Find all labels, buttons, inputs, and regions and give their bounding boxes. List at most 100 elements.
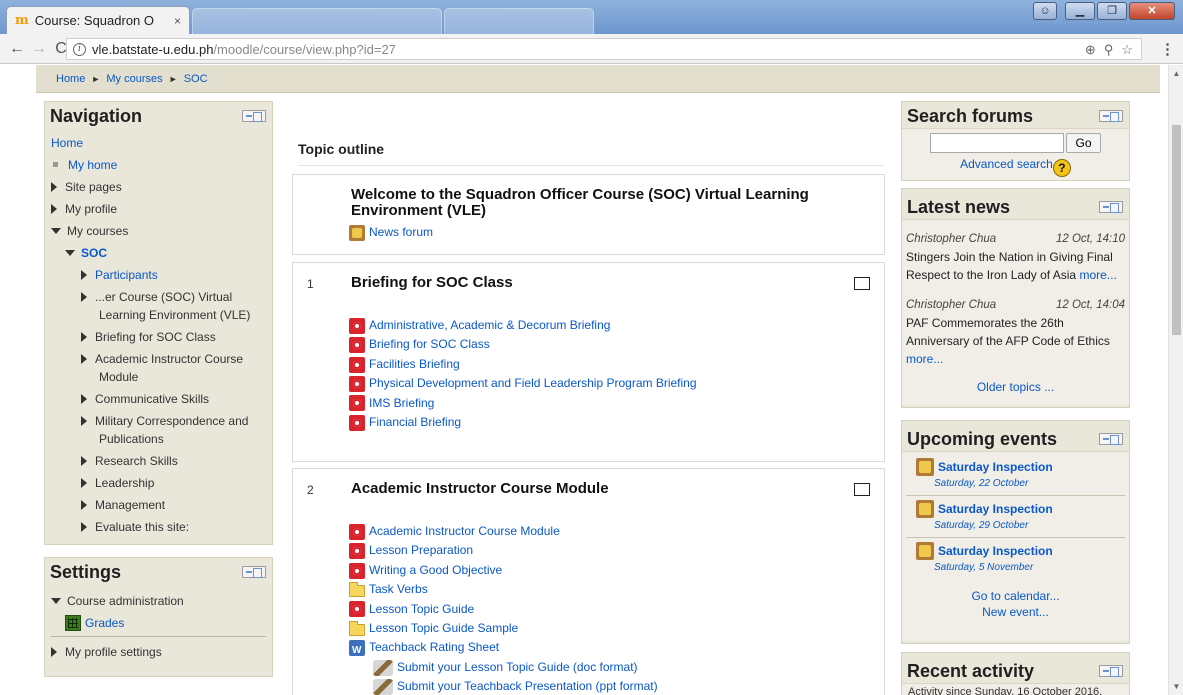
dock-block-icon[interactable] bbox=[1099, 201, 1123, 213]
activity-link[interactable]: IMS Briefing bbox=[369, 394, 434, 413]
tab-background-2[interactable] bbox=[444, 8, 594, 34]
older-topics-link[interactable]: Older topics ... bbox=[977, 380, 1054, 394]
expand-icon[interactable] bbox=[81, 500, 87, 510]
advanced-search-link[interactable]: Advanced search bbox=[960, 157, 1053, 171]
info-icon[interactable]: i bbox=[73, 42, 86, 56]
maximize-icon[interactable]: ❐ bbox=[1097, 2, 1127, 20]
activity-link[interactable]: Facilities Briefing bbox=[369, 355, 460, 374]
nav-participants[interactable]: Participants bbox=[51, 264, 266, 286]
expand-icon[interactable] bbox=[81, 456, 87, 466]
nav-home[interactable]: Home bbox=[51, 132, 266, 154]
help-icon[interactable]: ? bbox=[1052, 159, 1071, 177]
nav-participants-link[interactable]: Participants bbox=[95, 268, 158, 282]
address-bar[interactable]: i vle.batstate-u.edu.ph/moodle/course/vi… bbox=[66, 38, 1142, 60]
nav-section-communicative[interactable]: Communicative Skills bbox=[51, 388, 266, 410]
collapse-icon[interactable] bbox=[51, 228, 61, 234]
close-window-icon[interactable]: ✕ bbox=[1129, 2, 1175, 20]
activity-item[interactable]: Briefing for SOC Class bbox=[349, 335, 697, 354]
activity-item[interactable]: Lesson Topic Guide Sample bbox=[349, 619, 658, 638]
scroll-down-icon[interactable]: ▼ bbox=[1169, 682, 1183, 691]
zoom-icon[interactable]: ⊕ bbox=[1085, 42, 1096, 58]
nav-section-vle[interactable]: ...er Course (SOC) Virtual Learning Envi… bbox=[81, 286, 266, 326]
nav-course-link[interactable]: SOC bbox=[81, 246, 107, 260]
collapse-icon[interactable] bbox=[65, 250, 75, 256]
expand-icon[interactable] bbox=[81, 270, 87, 280]
bookmark-star-icon[interactable]: ☆ bbox=[1121, 42, 1133, 58]
collapse-icon[interactable] bbox=[51, 598, 61, 604]
scroll-up-icon[interactable]: ▲ bbox=[1169, 69, 1183, 78]
dock-block-icon[interactable] bbox=[242, 110, 266, 122]
scroll-thumb[interactable] bbox=[1172, 125, 1181, 335]
minimize-icon[interactable]: ▁ bbox=[1065, 2, 1095, 20]
activity-item[interactable]: Teachback Rating Sheet bbox=[349, 638, 658, 661]
nav-section-evaluate[interactable]: Evaluate this site: bbox=[51, 516, 266, 538]
expand-icon[interactable] bbox=[81, 478, 87, 488]
go-to-calendar-link[interactable]: Go to calendar... bbox=[971, 589, 1059, 603]
expand-icon[interactable] bbox=[51, 647, 57, 657]
tab-close-icon[interactable]: × bbox=[174, 14, 181, 28]
activity-item[interactable]: Lesson Topic Guide bbox=[349, 600, 658, 619]
activity-item[interactable]: IMS Briefing bbox=[349, 394, 697, 413]
expand-icon[interactable] bbox=[51, 204, 57, 214]
activity-link[interactable]: Lesson Preparation bbox=[369, 541, 473, 560]
breadcrumb-home[interactable]: Home bbox=[56, 73, 85, 85]
tab-course[interactable]: m Course: Squadron O × bbox=[6, 6, 190, 34]
activity-link[interactable]: Administrative, Academic & Decorum Brief… bbox=[369, 316, 610, 335]
section-checkbox[interactable] bbox=[854, 483, 870, 496]
page-scrollbar[interactable]: ▲ ▼ bbox=[1168, 65, 1183, 695]
settings-grades[interactable]: Grades bbox=[51, 612, 266, 637]
back-icon[interactable]: ← bbox=[6, 40, 28, 58]
nav-my-home[interactable]: My home bbox=[68, 158, 117, 172]
activity-link[interactable]: Teachback Rating Sheet bbox=[369, 638, 499, 657]
activity-link[interactable]: Financial Briefing bbox=[369, 413, 461, 432]
news-forum-link[interactable]: News forum bbox=[369, 223, 433, 242]
activity-link[interactable]: Lesson Topic Guide bbox=[369, 600, 474, 619]
forward-icon[interactable]: → bbox=[28, 40, 50, 58]
dock-block-icon[interactable] bbox=[1099, 110, 1123, 122]
expand-icon[interactable] bbox=[81, 292, 87, 302]
news-more-link[interactable]: more... bbox=[1079, 268, 1116, 282]
expand-icon[interactable] bbox=[81, 332, 87, 342]
expand-icon[interactable] bbox=[51, 182, 57, 192]
event-link[interactable]: Saturday Inspection bbox=[938, 544, 1053, 558]
nav-home-link[interactable]: Home bbox=[51, 136, 83, 150]
activity-link[interactable]: Lesson Topic Guide Sample bbox=[369, 619, 518, 638]
expand-icon[interactable] bbox=[81, 416, 87, 426]
expand-icon[interactable] bbox=[81, 522, 87, 532]
expand-icon[interactable] bbox=[81, 354, 87, 364]
news-more-link[interactable]: more... bbox=[906, 352, 943, 366]
activity-item[interactable]: Academic Instructor Course Module bbox=[349, 522, 658, 541]
extension-icon[interactable]: ⚲ bbox=[1104, 42, 1114, 58]
nav-site-pages[interactable]: Site pages bbox=[51, 176, 266, 198]
nav-my-courses[interactable]: My courses bbox=[51, 220, 266, 242]
nav-section-briefing[interactable]: Briefing for SOC Class bbox=[51, 326, 266, 348]
nav-section-management[interactable]: Management bbox=[51, 494, 266, 516]
nav-my-profile[interactable]: My profile bbox=[51, 198, 266, 220]
activity-link[interactable]: Submit your Teachback Presentation (ppt … bbox=[397, 677, 658, 695]
event-link[interactable]: Saturday Inspection bbox=[938, 460, 1053, 474]
nav-section-military[interactable]: Military Correspondence and Publications bbox=[81, 410, 266, 450]
activity-item[interactable]: Submit your Teachback Presentation (ppt … bbox=[349, 677, 658, 695]
activity-item[interactable]: Financial Briefing bbox=[349, 413, 697, 432]
new-event-link[interactable]: New event... bbox=[982, 605, 1049, 619]
settings-profile[interactable]: My profile settings bbox=[51, 641, 266, 663]
browser-menu-icon[interactable]: ⋮ bbox=[1160, 40, 1175, 58]
activity-item[interactable]: Task Verbs bbox=[349, 580, 658, 599]
search-go-button[interactable]: Go bbox=[1066, 133, 1101, 153]
settings-grades-link[interactable]: Grades bbox=[85, 612, 124, 634]
breadcrumb-course[interactable]: SOC bbox=[184, 73, 208, 85]
activity-item[interactable]: Facilities Briefing bbox=[349, 355, 697, 374]
nav-section-academic[interactable]: Academic Instructor Course Module bbox=[81, 348, 266, 388]
user-profile-icon[interactable]: ☺ bbox=[1033, 2, 1057, 20]
activity-link[interactable]: Academic Instructor Course Module bbox=[369, 522, 560, 541]
activity-link[interactable]: Writing a Good Objective bbox=[369, 561, 502, 580]
settings-course-admin[interactable]: Course administration bbox=[51, 590, 266, 612]
activity-link[interactable]: Submit your Lesson Topic Guide (doc form… bbox=[397, 658, 638, 677]
activity-link[interactable]: Task Verbs bbox=[369, 580, 428, 599]
activity-item[interactable]: Writing a Good Objective bbox=[349, 561, 658, 580]
activity-item[interactable]: Administrative, Academic & Decorum Brief… bbox=[349, 316, 697, 335]
breadcrumb-my-courses[interactable]: My courses bbox=[106, 73, 162, 85]
tab-background-1[interactable] bbox=[192, 8, 442, 34]
activity-item[interactable]: Physical Development and Field Leadershi… bbox=[349, 374, 697, 393]
activity-news-forum[interactable]: News forum bbox=[349, 223, 433, 242]
